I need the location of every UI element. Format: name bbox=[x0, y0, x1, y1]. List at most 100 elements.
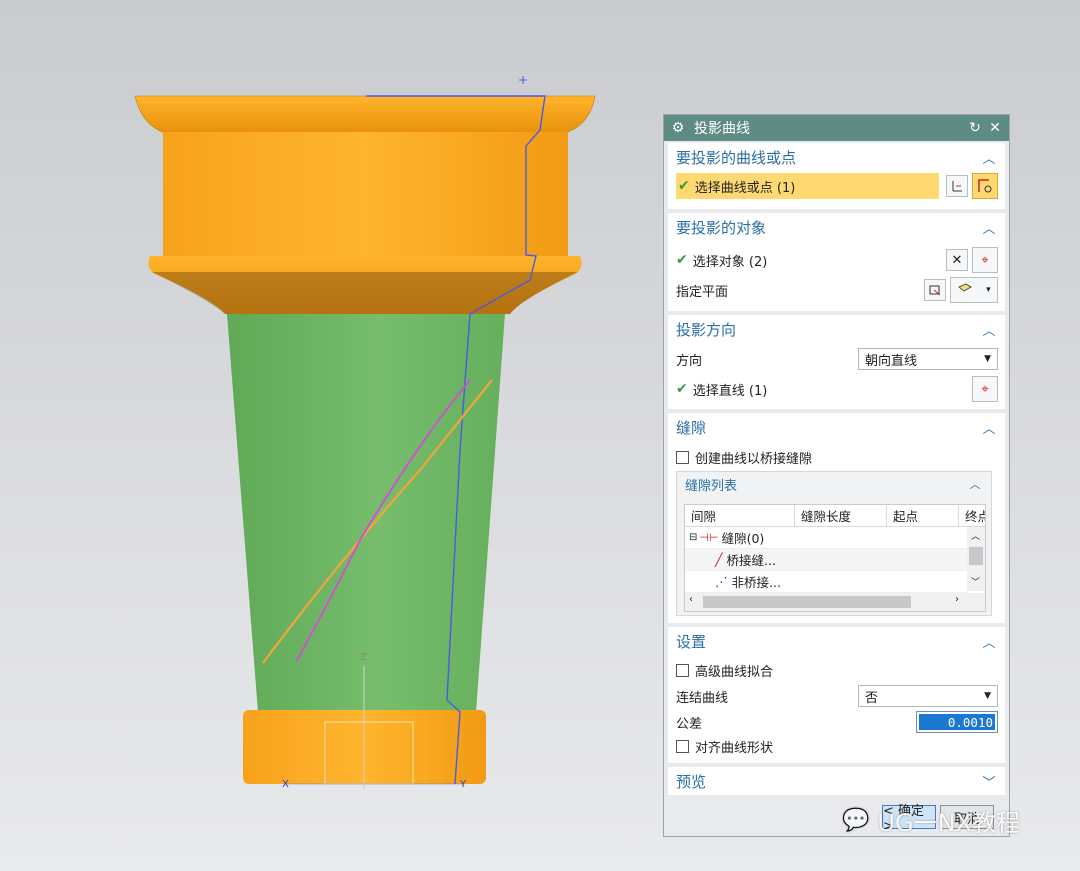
plane-type-dropdown[interactable]: ▾ bbox=[950, 277, 998, 303]
tolerance-label: 公差 bbox=[676, 716, 703, 732]
chevron-up-icon[interactable]: ︿ bbox=[981, 320, 997, 339]
group-title-gaps: 缝隙 bbox=[676, 418, 707, 437]
checkmark-icon: ✔ bbox=[676, 252, 688, 268]
group-title-direction: 投影方向 bbox=[676, 320, 737, 339]
gap-icon: ⊣⊢ bbox=[699, 531, 719, 544]
crosshair-icon[interactable]: ⌖ bbox=[972, 247, 998, 273]
wechat-icon: 💬 bbox=[842, 807, 870, 833]
gear-icon[interactable]: ⚙ bbox=[670, 120, 686, 136]
direction-select[interactable]: 朝向直线 ▼ bbox=[858, 348, 998, 370]
checkmark-icon: ✔ bbox=[678, 178, 690, 194]
gap-table: 间隙 缝隙长度 起点 终点 ⊟ ⊣⊢ 缝隙(0) ╱ 桥接缝... ⋰ 非桥接.… bbox=[684, 504, 986, 612]
table-row[interactable]: ⋰ 非桥接... bbox=[685, 571, 967, 593]
project-curve-dialog: ⚙ 投影曲线 ↻ ✕ 要投影的曲线或点 ︿ ✔ 选择曲线或点 (1) 要投影的对… bbox=[663, 114, 1010, 837]
group-settings: 设置 ︿ 高级曲线拟合 连结曲线 否 ▼ 公差 0.0010 对齐曲线形状 bbox=[668, 627, 1005, 763]
align-shape-row[interactable]: 对齐曲线形状 bbox=[676, 733, 997, 759]
join-curves-label: 连结曲线 bbox=[676, 690, 729, 706]
gap-list-header[interactable]: 缝隙列表 ︿ bbox=[677, 472, 991, 496]
group-title-preview: 预览 bbox=[676, 772, 707, 791]
advanced-fit-row[interactable]: 高级曲线拟合 bbox=[676, 657, 997, 683]
select-object-row[interactable]: ✔ 选择对象 (2) bbox=[676, 247, 939, 273]
group-header-curves[interactable]: 要投影的曲线或点 ︿ bbox=[668, 143, 1005, 171]
direction-row: 方向 bbox=[676, 346, 855, 372]
graphics-viewport[interactable]: + Z X Y bbox=[0, 0, 660, 871]
tolerance-value: 0.0010 bbox=[947, 714, 993, 730]
advanced-fit-label: 高级曲线拟合 bbox=[695, 664, 774, 680]
select-line-label: 选择直线 (1) bbox=[692, 383, 768, 399]
specify-plane-row: 指定平面 bbox=[676, 277, 939, 303]
bridge-line-icon: ╱ bbox=[715, 552, 723, 567]
table-row-label: 非桥接... bbox=[731, 575, 781, 590]
checkmark-icon: ✔ bbox=[676, 381, 688, 397]
bridge-gaps-label: 创建曲线以桥接缝隙 bbox=[695, 451, 813, 467]
select-object-label: 选择对象 (2) bbox=[692, 254, 768, 270]
select-curve-icon[interactable] bbox=[972, 173, 998, 199]
group-objects: 要投影的对象 ︿ ✔ 选择对象 (2) ✕ ⌖ 指定平面 ▾ bbox=[668, 213, 1005, 311]
align-shape-label: 对齐曲线形状 bbox=[695, 740, 774, 756]
vertical-scrollbar[interactable]: ︿ ﹀ bbox=[967, 527, 985, 591]
axis-label-x: X bbox=[282, 779, 289, 790]
column-header[interactable]: 起点 bbox=[887, 505, 959, 527]
table-row[interactable]: ╱ 桥接缝... bbox=[685, 549, 967, 571]
dialog-title: 投影曲线 bbox=[694, 121, 750, 137]
crosshair-icon[interactable]: ⌖ bbox=[972, 376, 998, 402]
horizontal-scrollbar[interactable]: ‹ › bbox=[685, 593, 985, 611]
join-curves-select[interactable]: 否 ▼ bbox=[858, 685, 998, 707]
chevron-up-icon[interactable]: ︿ bbox=[981, 632, 997, 651]
chevron-up-icon[interactable]: ︿ bbox=[981, 418, 997, 437]
chevron-down-icon: ▼ bbox=[984, 354, 991, 364]
direction-label: 方向 bbox=[676, 353, 703, 369]
advanced-fit-checkbox[interactable] bbox=[676, 663, 689, 677]
dashed-line-icon: ⋰ bbox=[715, 574, 728, 589]
reset-icon[interactable]: ↻ bbox=[967, 120, 983, 136]
group-title-objects: 要投影的对象 bbox=[676, 218, 767, 237]
axis-label-z: Z bbox=[360, 652, 367, 663]
deselect-icon[interactable]: ✕ bbox=[946, 249, 968, 271]
table-row[interactable]: ⊟ ⊣⊢ 缝隙(0) bbox=[685, 527, 967, 549]
bridge-gaps-checkbox[interactable] bbox=[676, 450, 689, 464]
chevron-down-icon: ▼ bbox=[984, 691, 991, 701]
plane-dialog-icon[interactable] bbox=[924, 279, 946, 301]
upper-cylinder bbox=[163, 132, 568, 256]
join-curves-value: 否 bbox=[865, 690, 879, 706]
group-header-preview[interactable]: 预览 ﹀ bbox=[668, 767, 1005, 795]
select-line-row[interactable]: ✔ 选择直线 (1) bbox=[676, 376, 939, 402]
group-title-curves: 要投影的曲线或点 bbox=[676, 148, 797, 167]
top-flange bbox=[134, 95, 596, 134]
bridge-gaps-row[interactable]: 创建曲线以桥接缝隙 bbox=[676, 444, 997, 470]
column-header[interactable]: 缝隙长度 bbox=[795, 505, 887, 527]
svg-text:+: + bbox=[518, 73, 528, 87]
join-curves-row: 连结曲线 bbox=[676, 683, 855, 709]
chevron-down-icon[interactable]: ﹀ bbox=[981, 772, 997, 791]
align-shape-checkbox[interactable] bbox=[676, 739, 689, 753]
table-row-label: 缝隙(0) bbox=[721, 531, 765, 546]
chevron-up-icon[interactable]: ︿ bbox=[981, 218, 997, 237]
gap-list-title: 缝隙列表 bbox=[685, 478, 738, 494]
group-header-settings[interactable]: 设置 ︿ bbox=[668, 627, 1005, 655]
chevron-up-icon[interactable]: ︿ bbox=[981, 148, 997, 167]
column-header[interactable]: 终点 bbox=[959, 505, 985, 527]
column-header[interactable]: 间隙 bbox=[685, 505, 795, 527]
specify-plane-label: 指定平面 bbox=[676, 284, 729, 300]
group-gaps: 缝隙 ︿ 创建曲线以桥接缝隙 缝隙列表 ︿ 间隙 缝隙长度 起点 终点 ⊟ ⊣⊢… bbox=[668, 413, 1005, 623]
direction-value: 朝向直线 bbox=[865, 353, 918, 369]
tolerance-row: 公差 bbox=[676, 709, 855, 735]
group-header-objects[interactable]: 要投影的对象 ︿ bbox=[668, 213, 1005, 241]
model-render: + bbox=[134, 73, 596, 790]
select-curve-row[interactable]: ✔ 选择曲线或点 (1) bbox=[676, 173, 939, 199]
collapse-icon[interactable]: ⊟ bbox=[689, 532, 697, 543]
curve-rule-icon[interactable] bbox=[946, 175, 968, 197]
group-preview: 预览 ﹀ bbox=[668, 767, 1005, 795]
group-curves-to-project: 要投影的曲线或点 ︿ ✔ 选择曲线或点 (1) bbox=[668, 143, 1005, 209]
axis-label-y: Y bbox=[460, 779, 467, 790]
gap-list-panel: 缝隙列表 ︿ 间隙 缝隙长度 起点 终点 ⊟ ⊣⊢ 缝隙(0) ╱ 桥接缝... bbox=[676, 471, 992, 616]
dialog-titlebar[interactable]: ⚙ 投影曲线 ↻ ✕ bbox=[664, 115, 1009, 141]
group-title-settings: 设置 bbox=[676, 632, 707, 651]
tolerance-input[interactable]: 0.0010 bbox=[916, 711, 998, 733]
watermark: 💬 UG一NX教程 bbox=[842, 800, 1020, 840]
chevron-up-icon[interactable]: ︿ bbox=[967, 476, 983, 492]
group-header-direction[interactable]: 投影方向 ︿ bbox=[668, 315, 1005, 343]
select-curve-label: 选择曲线或点 (1) bbox=[694, 180, 796, 196]
close-icon[interactable]: ✕ bbox=[987, 120, 1003, 136]
group-header-gaps[interactable]: 缝隙 ︿ bbox=[668, 413, 1005, 441]
